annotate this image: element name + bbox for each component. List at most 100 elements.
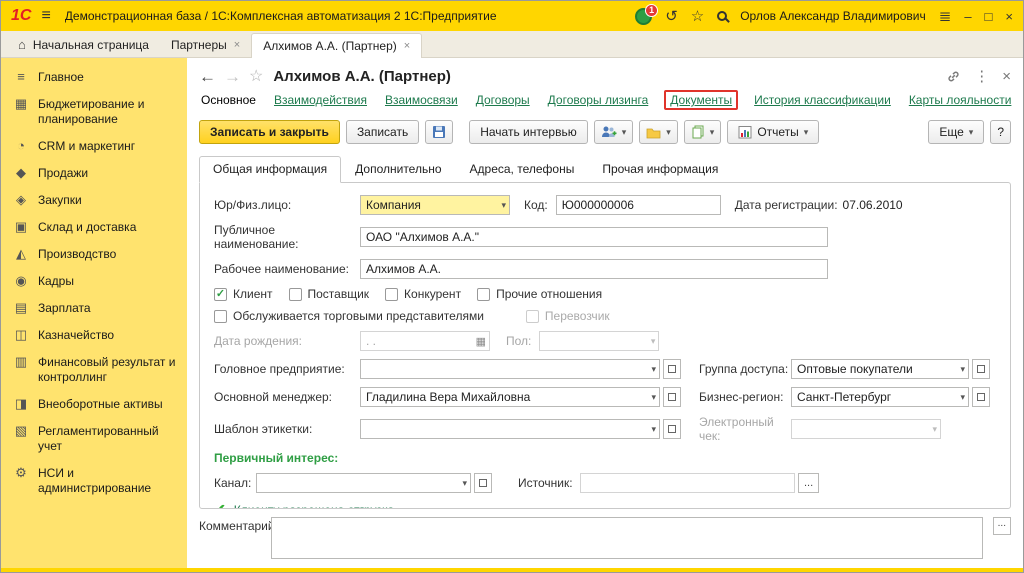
head-company-select[interactable]: ▾ xyxy=(360,359,660,379)
get-link-icon[interactable] xyxy=(946,69,961,84)
nav-link-classification-history[interactable]: История классификации xyxy=(754,93,891,107)
nav-link-interactions[interactable]: Взаимодействия xyxy=(274,93,367,107)
nav-link-leasing-contracts[interactable]: Договоры лизинга xyxy=(548,93,649,107)
public-name-input[interactable]: ОАО "Алхимов А.А." xyxy=(360,227,828,247)
favorite-star-icon[interactable]: ☆ xyxy=(249,66,263,86)
sidebar-item-sales[interactable]: ◆Продажи xyxy=(1,160,187,187)
manager-select[interactable]: Гладилина Вера Михайловна ▾ xyxy=(360,387,660,407)
sidebar-item-label: Регламентированный учет xyxy=(38,424,181,454)
region-open-button[interactable] xyxy=(972,387,990,407)
contacts-dropdown-button[interactable]: ▾ xyxy=(594,120,634,144)
nav-link-loyalty-cards[interactable]: Карты лояльности xyxy=(909,93,1012,107)
user-name[interactable]: Орлов Александр Владимирович xyxy=(740,9,926,23)
comment-textarea[interactable] xyxy=(271,517,983,559)
sidebar-item-budgeting[interactable]: ▦Бюджетирование и планирование xyxy=(1,91,187,133)
chevron-down-icon[interactable]: ▾ xyxy=(956,364,965,375)
save-button[interactable]: Записать xyxy=(346,120,419,144)
other-relations-checkbox[interactable]: Прочие отношения xyxy=(477,287,602,301)
save-and-close-button[interactable]: Записать и закрыть xyxy=(199,120,340,144)
access-group-select[interactable]: Оптовые покупатели ▾ xyxy=(791,359,969,379)
save-icon-button[interactable] xyxy=(425,120,453,144)
region-select[interactable]: Санкт-Петербург ▾ xyxy=(791,387,969,407)
sales-reps-checkbox[interactable]: Обслуживается торговыми представителями xyxy=(214,309,484,323)
source-label: Источник: xyxy=(518,476,580,490)
channel-select[interactable]: ▾ xyxy=(256,473,471,493)
close-form-icon[interactable]: × xyxy=(1002,69,1011,84)
gender-label: Пол: xyxy=(506,334,531,348)
code-input[interactable]: Ю000000006 xyxy=(556,195,721,215)
tab-close-icon[interactable]: × xyxy=(404,40,410,52)
head-company-open-button[interactable] xyxy=(663,359,681,379)
channel-open-button[interactable] xyxy=(474,473,492,493)
competitor-checkbox[interactable]: Конкурент xyxy=(385,287,461,301)
sidebar-item-main[interactable]: ≡Главное xyxy=(1,64,187,91)
floppy-icon xyxy=(432,125,446,139)
tab-home[interactable]: ⌂ Начальная страница xyxy=(7,32,160,57)
nav-link-relations[interactable]: Взаимосвязи xyxy=(385,93,458,107)
label-template-open-button[interactable] xyxy=(663,419,681,439)
tab-alkhimov-partner[interactable]: Алхимов А.А. (Партнер) × xyxy=(251,33,422,58)
create-based-on-dropdown-button[interactable]: ▾ xyxy=(684,120,722,144)
working-name-input[interactable]: Алхимов А.А. xyxy=(360,259,828,279)
sidebar-item-treasury[interactable]: ◫Казначейство xyxy=(1,322,187,349)
chevron-down-icon[interactable]: ▾ xyxy=(956,392,965,403)
tab-other-info[interactable]: Прочая информация xyxy=(588,156,732,182)
search-icon[interactable] xyxy=(717,11,727,21)
settings-icon[interactable]: ≣ xyxy=(939,9,952,24)
supplier-checkbox[interactable]: Поставщик xyxy=(289,287,370,301)
sidebar-item-assets[interactable]: ◨Внеоборотные активы xyxy=(1,391,187,418)
minimize-button[interactable]: – xyxy=(964,9,971,24)
sidebar-item-payroll[interactable]: ▤Зарплата xyxy=(1,295,187,322)
more-button[interactable]: Еще▾ xyxy=(928,120,984,144)
sidebar-item-admin[interactable]: ⚙НСИ и администрирование xyxy=(1,460,187,502)
source-ellipsis-button[interactable]: ... xyxy=(798,473,819,493)
chevron-down-icon[interactable]: ▾ xyxy=(497,200,506,211)
chevron-down-icon: ▾ xyxy=(666,127,671,138)
favorites-star-icon[interactable]: ☆ xyxy=(691,9,704,24)
chevron-down-icon[interactable]: ▾ xyxy=(647,424,656,435)
sidebar-item-regulated[interactable]: ▧Регламентированный учет xyxy=(1,418,187,460)
e-receipt-select: ▾ xyxy=(791,419,941,439)
kebab-menu-icon[interactable]: ⋮ xyxy=(974,69,989,84)
working-name-label: Рабочее наименование: xyxy=(214,262,360,276)
tab-partners[interactable]: Партнеры × xyxy=(160,33,251,57)
chevron-down-icon[interactable]: ▾ xyxy=(458,478,467,489)
sidebar-item-finance[interactable]: ▥Финансовый результат и контроллинг xyxy=(1,349,187,391)
discussions-icon[interactable]: 1 xyxy=(635,8,652,25)
tab-close-icon[interactable]: × xyxy=(234,39,240,51)
close-button[interactable]: × xyxy=(1005,9,1013,24)
sidebar-item-warehouse[interactable]: ▣Склад и доставка xyxy=(1,214,187,241)
tab-general-info[interactable]: Общая информация xyxy=(199,156,341,183)
manager-open-button[interactable] xyxy=(663,387,681,407)
label-template-select[interactable]: ▾ xyxy=(360,419,660,439)
tab-addresses-phones[interactable]: Адреса, телефоны xyxy=(456,156,589,182)
main-menu-icon[interactable]: ≡ xyxy=(41,7,50,25)
shipping-allowed-link[interactable]: Клиенту разрешена отгрузка xyxy=(234,503,394,510)
back-button[interactable]: ← xyxy=(199,68,216,85)
nav-link-main[interactable]: Основное xyxy=(201,93,256,107)
nav-link-contracts[interactable]: Договоры xyxy=(476,93,530,107)
nav-link-documents[interactable]: Документы xyxy=(670,93,732,107)
tab-additional[interactable]: Дополнительно xyxy=(341,156,455,182)
legal-type-select[interactable]: Компания ▾ xyxy=(360,195,510,215)
comment-ellipsis-button[interactable]: ... xyxy=(993,517,1011,535)
access-group-open-button[interactable] xyxy=(972,359,990,379)
source-input[interactable] xyxy=(580,473,795,493)
sidebar-item-crm[interactable]: ◔CRM и маркетинг xyxy=(1,133,187,160)
maximize-button[interactable]: □ xyxy=(985,9,993,24)
chevron-down-icon[interactable]: ▾ xyxy=(647,364,656,375)
sidebar-item-production[interactable]: ◭Производство xyxy=(1,241,187,268)
sidebar-item-label: Производство xyxy=(38,247,116,262)
client-checkbox[interactable]: ✓ Клиент xyxy=(214,287,273,301)
chevron-down-icon[interactable]: ▾ xyxy=(647,392,656,403)
reports-button[interactable]: Отчеты ▾ xyxy=(727,120,819,144)
help-button[interactable]: ? xyxy=(990,120,1011,144)
history-icon[interactable]: ↺ xyxy=(665,9,678,24)
open-form-icon xyxy=(668,393,676,401)
start-interview-button[interactable]: Начать интервью xyxy=(469,120,588,144)
sidebar-item-purchases[interactable]: ◈Закупки xyxy=(1,187,187,214)
sidebar-item-hr[interactable]: ◉Кадры xyxy=(1,268,187,295)
forward-button[interactable]: → xyxy=(224,68,241,85)
checkbox-box: ✓ xyxy=(214,288,227,301)
files-dropdown-button[interactable]: ▾ xyxy=(639,120,678,144)
